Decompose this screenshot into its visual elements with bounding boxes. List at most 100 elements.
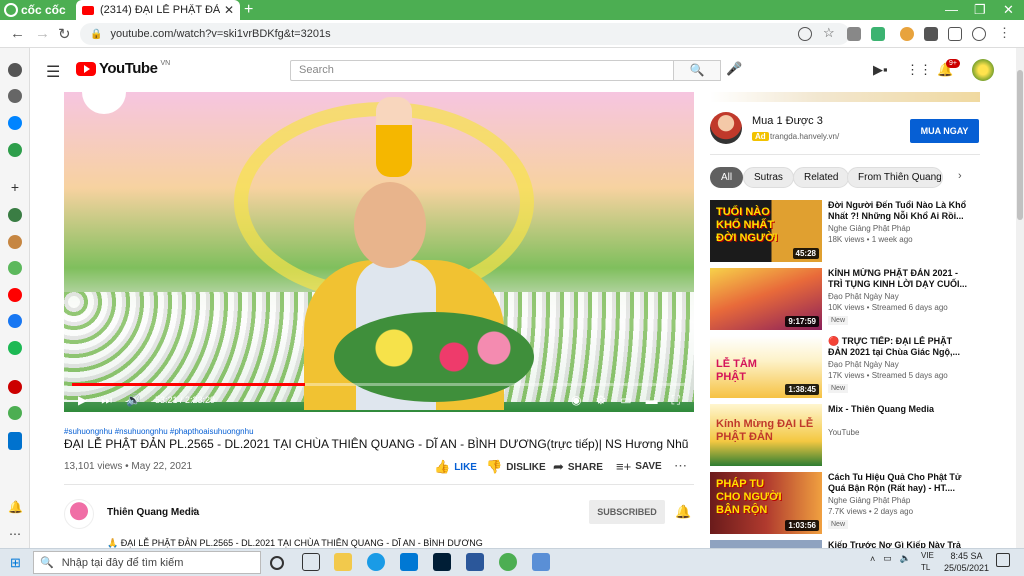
autoplay-toggle-icon[interactable]: ◉ [571, 393, 581, 408]
subscribe-button[interactable]: SUBSCRIBED [589, 500, 665, 524]
related-video[interactable]: PHÁP TU CHO NGƯỜI BẬN RỘN 1:03:56 Cách Tu… [710, 472, 980, 534]
ad-title[interactable]: Mua 1 Được 3 [752, 115, 823, 127]
reload-icon[interactable]: ↻ [58, 25, 71, 43]
related-video[interactable]: Kiếp Trước Nợ Gì Kiếp Này Trả [710, 540, 980, 548]
notification-bell-icon[interactable]: 🔔 [8, 500, 23, 514]
action-center-icon[interactable] [996, 553, 1010, 567]
promo-banner[interactable] [710, 92, 980, 102]
word-icon[interactable] [466, 553, 484, 571]
close-window-icon[interactable]: ✕ [1003, 2, 1014, 18]
search-input[interactable]: Search [290, 60, 674, 81]
dislike-button[interactable]: 👎 DISLIKE [486, 459, 546, 475]
tiki-icon[interactable] [8, 432, 22, 450]
ad-cta-button[interactable]: MUA NGAY [910, 119, 979, 143]
create-icon[interactable]: ▶▪ [873, 62, 888, 78]
scrollbar-thumb[interactable] [1017, 70, 1023, 220]
mic-icon[interactable]: 🎤 [726, 61, 742, 77]
related-video[interactable]: 9:17:59 KÍNH MỪNG PHẬT ĐẢN 2021 - TRÌ TỤ… [710, 268, 980, 330]
close-tab-icon[interactable]: ✕ [224, 3, 234, 17]
like-button[interactable]: 👍 LIKE [434, 459, 477, 475]
play-icon[interactable]: ▶ [78, 393, 87, 407]
sidebar-app-icon[interactable] [8, 235, 22, 249]
related-video[interactable]: TUỔI NÀO KHỔ NHẤT ĐỜI NGƯỜI 45:28 Đời Ngư… [710, 200, 980, 262]
sidebar-add-icon[interactable]: + [8, 180, 22, 194]
browser-tab-youtube[interactable]: (2314) ĐẠI LỄ PHẬT ĐẢN PL. ✕ [76, 0, 240, 20]
sidebar-more-icon[interactable]: ⋯ [8, 527, 22, 541]
channel-bell-icon[interactable]: 🔔 [675, 504, 691, 520]
related-video[interactable]: LỄ TẮM PHẬT 1:38:45 🔴 TRỰC TIẾP: ĐẠI LỄ P… [710, 336, 980, 398]
forward-icon[interactable]: → [35, 25, 50, 42]
coccoc-taskbar-icon[interactable] [499, 553, 517, 571]
save-button[interactable]: ≡+ SAVE [616, 459, 662, 474]
miniplayer-icon[interactable]: ▭ [620, 393, 631, 408]
coccoc-icon[interactable] [8, 406, 22, 420]
chip-sutras[interactable]: Sutras [743, 167, 794, 188]
reading-list-icon[interactable] [948, 27, 962, 41]
minimize-icon[interactable]: — [945, 2, 958, 17]
vtv-icon[interactable] [8, 380, 22, 394]
tray-chevron-icon[interactable]: ˄ [870, 554, 875, 564]
task-view-icon[interactable] [302, 553, 320, 571]
channel-avatar[interactable] [64, 499, 94, 529]
facebook-icon[interactable] [8, 314, 22, 328]
new-tab-button[interactable]: + [244, 1, 253, 19]
youtube-icon[interactable] [8, 288, 22, 302]
volume-tray-icon[interactable]: 🔈 [900, 553, 911, 564]
spotify-icon[interactable] [8, 341, 22, 355]
chip-from-channel[interactable]: From Thiên Quang M [847, 167, 943, 188]
photos-icon[interactable] [532, 553, 550, 571]
video-progress-bar[interactable] [72, 383, 686, 386]
chip-related[interactable]: Related [793, 167, 850, 188]
file-explorer-icon[interactable] [334, 553, 352, 571]
chip-all[interactable]: All [710, 167, 744, 188]
sidebar-app-icon[interactable] [8, 208, 22, 222]
cortana-icon[interactable] [270, 556, 284, 570]
share-button[interactable]: ➦ SHARE [553, 459, 603, 475]
download-icon[interactable] [871, 27, 885, 41]
network-icon[interactable]: ▭ [883, 553, 892, 564]
back-icon[interactable]: ← [10, 25, 25, 42]
add-icon[interactable] [798, 27, 812, 41]
apps-icon[interactable]: ⋮⋮ [906, 62, 932, 78]
mail-icon[interactable] [400, 553, 418, 571]
shield-icon[interactable] [847, 27, 861, 41]
search-button[interactable]: 🔍 [673, 60, 721, 81]
profile-icon[interactable] [972, 27, 986, 41]
messenger-icon[interactable] [8, 116, 22, 130]
input-language[interactable]: VIE TL [921, 550, 934, 574]
sidebar-leaf-icon[interactable] [8, 261, 22, 275]
chevron-right-icon[interactable]: › [958, 170, 962, 182]
restore-icon[interactable]: ❐ [974, 2, 986, 18]
history-icon[interactable] [8, 89, 22, 103]
edge-icon[interactable] [367, 553, 385, 571]
related-video[interactable]: Kính Mừng ĐẠI LỄ PHẬT ĐẢN Mix - Thiên Qu… [710, 404, 980, 466]
system-clock[interactable]: 8:45 SA 25/05/2021 [944, 550, 989, 574]
game-icon[interactable] [8, 143, 22, 157]
extension-icon[interactable] [900, 27, 914, 41]
youtube-logo[interactable]: YouTube VN [76, 60, 170, 77]
share-icon: ➦ [553, 459, 564, 474]
more-actions-icon[interactable]: ⋯ [674, 458, 687, 474]
browser-brand[interactable]: cốc cốc [4, 2, 66, 18]
next-icon[interactable]: ⏭ [101, 393, 112, 408]
theater-mode-icon[interactable]: ▬ [646, 393, 658, 408]
taskbar-search[interactable]: 🔍 Nhập tại đây để tìm kiếm [33, 551, 261, 574]
windows-start-icon[interactable]: ⊞ [10, 555, 21, 571]
related-title: Mix - Thiên Quang Media [828, 404, 935, 414]
photoshop-icon[interactable] [433, 553, 451, 571]
address-bar[interactable]: 🔒 youtube.com/watch?v=ski1vrBDKfg&t=3201s [80, 23, 850, 45]
ad-avatar[interactable] [710, 112, 742, 144]
fullscreen-icon[interactable]: ⛶ [672, 393, 680, 408]
bookmark-star-icon[interactable]: ☆ [823, 25, 835, 41]
account-avatar[interactable] [972, 59, 994, 81]
channel-name[interactable]: Thiên Quang Media [107, 507, 199, 518]
related-thumbnail [710, 540, 822, 548]
video-hashtags[interactable]: #suhuongnhu #nsuhuongnhu #phapthoaisuhuo… [64, 427, 254, 436]
menu-icon[interactable]: ☰ [46, 62, 60, 82]
browser-menu-icon[interactable]: ⋮ [998, 25, 1011, 41]
volume-icon[interactable]: 🔊 [126, 393, 141, 407]
settings-gear-icon[interactable]: ⚙ [595, 393, 606, 408]
puzzle-icon[interactable] [924, 27, 938, 41]
video-player[interactable]: ▶ ⏭ 🔊 53:21 / 2:23:29 ◉ ⚙ ▭ ▬ ⛶ [64, 92, 694, 412]
settings-icon[interactable] [8, 63, 22, 77]
